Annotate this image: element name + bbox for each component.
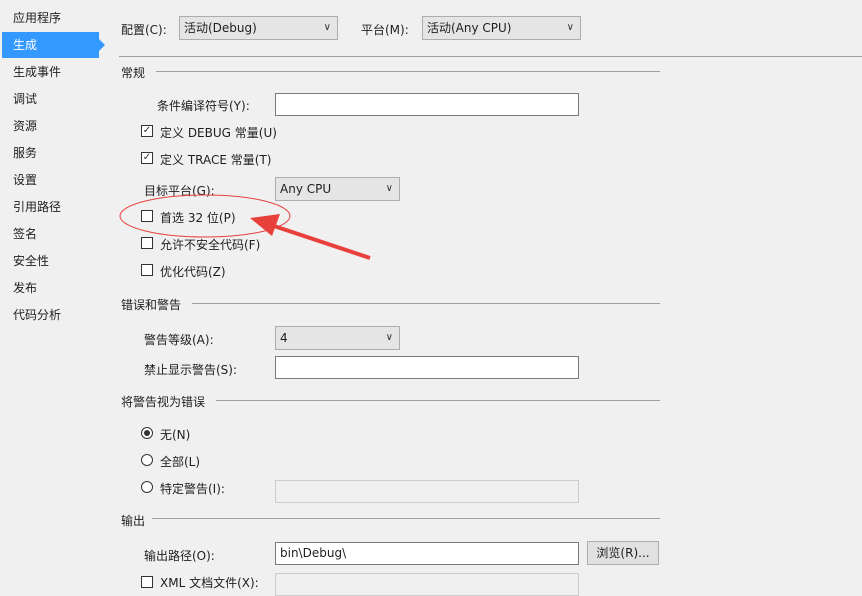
- treat-warnings-heading: 将警告视为错误: [121, 395, 206, 409]
- output-heading: 输出: [121, 514, 146, 528]
- treat-all-label: 全部(L): [160, 455, 201, 469]
- xml-doc-input[interactable]: [275, 573, 579, 596]
- arrow-shaft: [267, 222, 371, 260]
- specific-warnings-input[interactable]: [275, 480, 579, 503]
- browse-button[interactable]: 浏览(R)...: [587, 541, 659, 565]
- warning-level-value: 4: [280, 331, 288, 345]
- output-path-input[interactable]: bin\Debug\: [275, 542, 579, 565]
- suppress-warnings-input[interactable]: [275, 356, 579, 379]
- output-divider: [152, 518, 660, 519]
- treat-none-radio[interactable]: [141, 427, 153, 439]
- treat-none-label: 无(N): [160, 428, 191, 442]
- xml-doc-label: XML 文档文件(X):: [160, 576, 259, 590]
- warning-level-select[interactable]: 4 ∨: [275, 326, 400, 350]
- errors-heading: 错误和警告: [121, 298, 182, 312]
- suppress-warnings-label: 禁止显示警告(S):: [144, 363, 238, 377]
- treat-specific-radio[interactable]: [141, 481, 153, 493]
- output-path-label: 输出路径(O):: [144, 549, 215, 563]
- treat-warnings-divider: [216, 400, 660, 401]
- errors-divider: [192, 303, 660, 304]
- highlight-ellipse: [119, 194, 291, 238]
- warning-level-label: 警告等级(A):: [144, 333, 214, 347]
- treat-specific-label: 特定警告(I):: [160, 482, 225, 496]
- xml-doc-checkbox[interactable]: [141, 576, 153, 588]
- chevron-down-icon: ∨: [385, 332, 393, 343]
- treat-all-radio[interactable]: [141, 454, 153, 466]
